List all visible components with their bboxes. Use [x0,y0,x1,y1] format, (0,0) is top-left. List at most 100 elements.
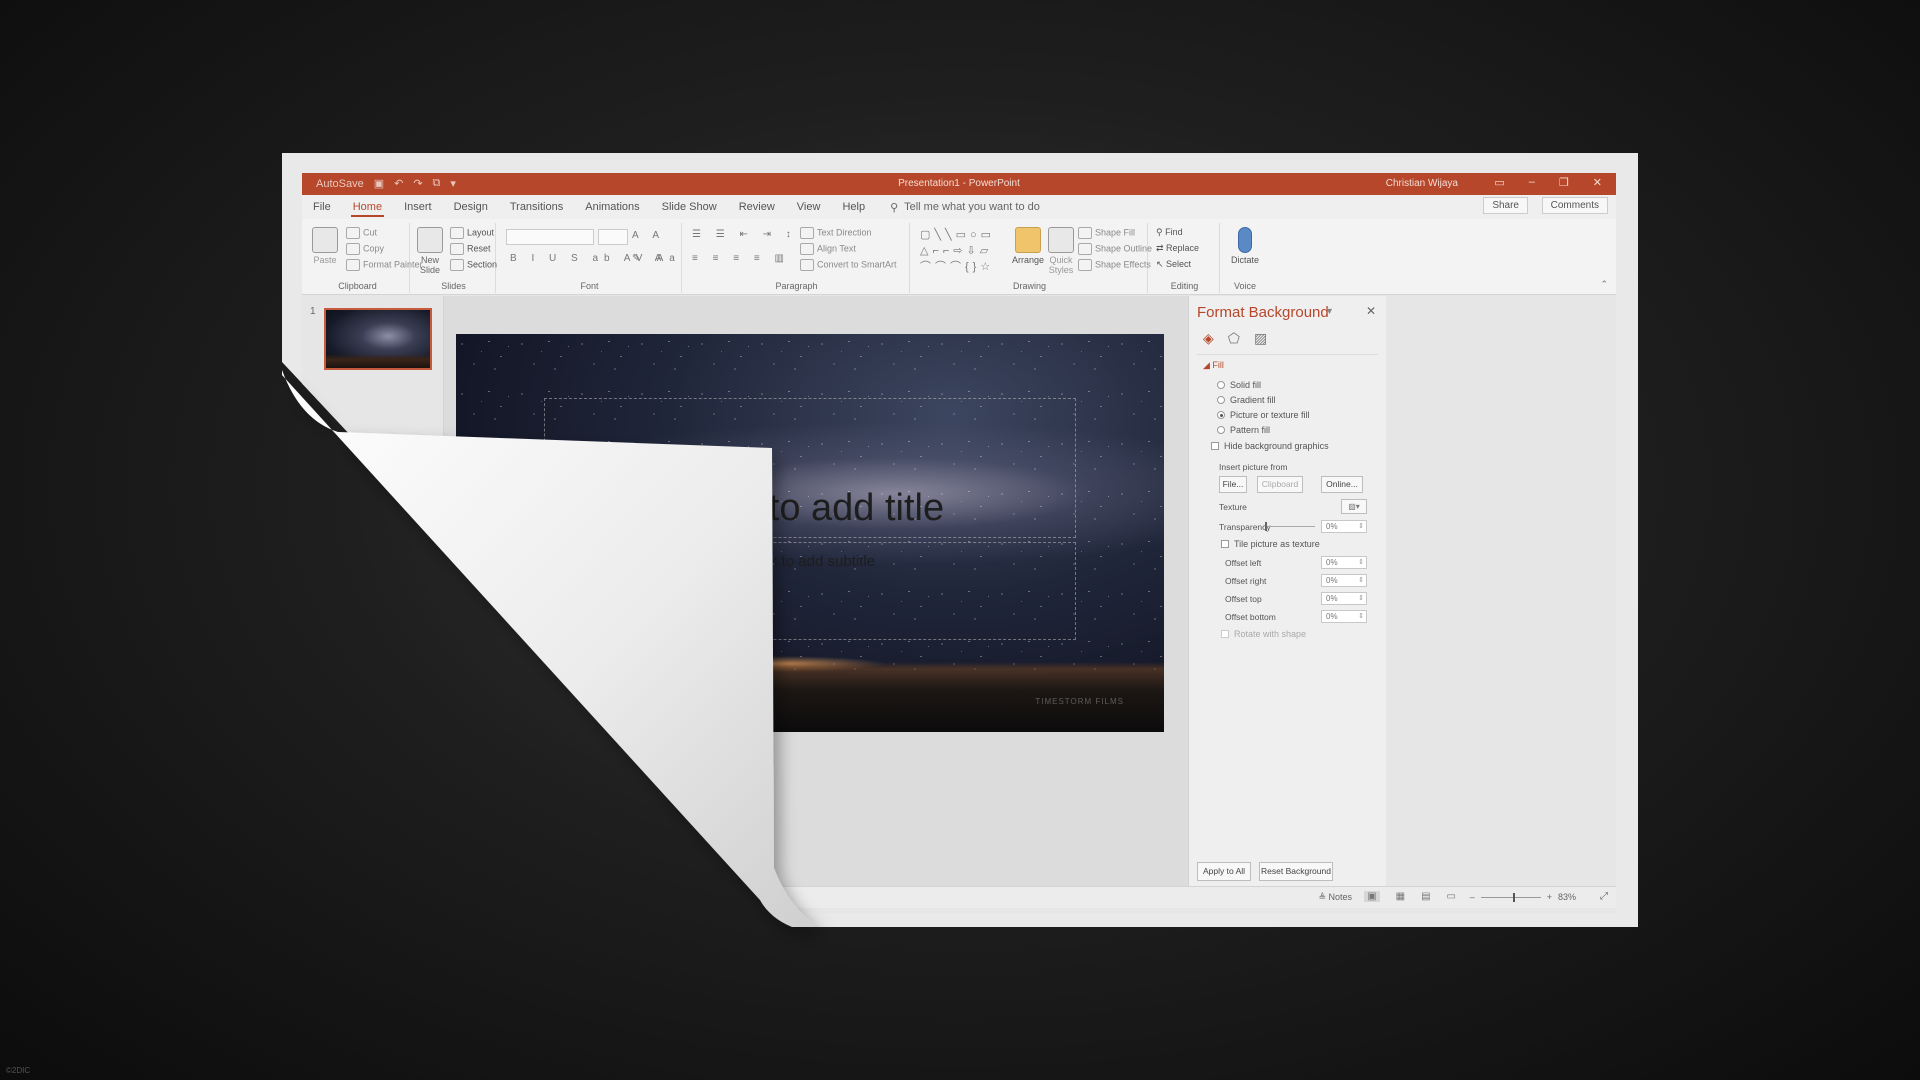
shape-fill-button[interactable]: Shape Fill [1078,227,1135,239]
tile-texture-label: Tile picture as texture [1234,539,1320,549]
slide-sorter-icon[interactable]: ▦ [1396,891,1405,902]
offset-bottom-input[interactable]: 0% [1321,610,1367,623]
copy-button[interactable]: Copy [346,243,384,255]
offset-left-input[interactable]: 0% [1321,556,1367,569]
solid-fill-radio[interactable] [1217,381,1225,389]
tab-transitions[interactable]: Transitions [499,195,574,219]
font-name-box[interactable] [506,229,594,245]
find-button[interactable]: ⚲ Find [1156,227,1183,238]
align-icons[interactable]: ≡ ≡ ≡ ≡ ▥ [692,253,790,264]
zoom-in-icon[interactable]: + [1547,892,1552,902]
solid-fill-option[interactable]: Solid fill [1217,380,1261,390]
arrange-icon [1015,227,1041,253]
editing-label: Editing [1170,281,1199,291]
share-button[interactable]: Share [1483,197,1528,214]
zoom-out-icon[interactable]: – [1470,892,1475,902]
fill-section-header[interactable]: ◢ Fill [1203,360,1224,371]
title-placeholder[interactable]: Click to add title [544,398,1076,538]
zoom-slider[interactable] [1480,892,1541,902]
hide-bg-checkbox[interactable] [1211,442,1219,450]
tell-me-search[interactable]: ⚲ Tell me what you want to do [890,201,1040,214]
shape-outline-label: Shape Outline [1095,243,1153,254]
apply-to-all-button[interactable]: Apply to All [1197,862,1251,881]
effects-tab-icon[interactable]: ⬠ [1228,330,1240,347]
file-button[interactable]: File... [1219,476,1247,493]
picture-fill-option[interactable]: Picture or texture fill [1217,410,1310,420]
pattern-fill-option[interactable]: Pattern fill [1217,425,1270,435]
texture-picker[interactable]: ▨▾ [1341,499,1367,514]
reset-background-button[interactable]: Reset Background [1259,862,1333,881]
replace-icon: ⇄ [1156,243,1167,253]
tab-design[interactable]: Design [443,195,499,219]
font-size-box[interactable] [598,229,628,245]
font-grow-shrink-icons[interactable]: A A [632,230,665,241]
subtitle-placeholder[interactable]: Click to add subtitle [544,542,1076,640]
new-slide-button[interactable]: New Slide [414,223,446,275]
hide-bg-graphics-option[interactable]: Hide background graphics [1211,441,1329,451]
slide-thumbnail[interactable] [324,308,432,370]
collapse-ribbon-icon[interactable]: ⌃ [1600,279,1608,290]
ribbon-display-icon[interactable]: ▭ [1494,176,1504,189]
shapes-gallery[interactable]: ▢╲╲▭○▭ △⌐⌐⇨⇩▱ ⌒⌒⌒{}☆ [920,227,1012,275]
slideshow-icon[interactable]: ▭ [1447,891,1456,902]
convert-smartart-button[interactable]: Convert to SmartArt [800,259,897,271]
shape-effects-button[interactable]: Shape Effects [1078,259,1151,271]
section-button[interactable]: Section [450,259,497,271]
tab-help[interactable]: Help [831,195,876,219]
tab-review[interactable]: Review [728,195,786,219]
quick-styles-button[interactable]: Quick Styles [1046,223,1076,275]
reading-view-icon[interactable]: ▤ [1421,891,1430,902]
tab-view[interactable]: View [786,195,832,219]
pane-close-icon[interactable]: ✕ [1366,304,1376,318]
pane-options-icon[interactable]: ▼ [1325,306,1334,316]
tile-texture-option[interactable]: Tile picture as texture [1221,539,1320,549]
shape-outline-button[interactable]: Shape Outline [1078,243,1152,255]
cut-button[interactable]: Cut [346,227,377,239]
online-button[interactable]: Online... [1321,476,1363,493]
tab-home[interactable]: Home [342,195,393,219]
select-button[interactable]: ↖ Select [1156,259,1191,270]
picture-fill-radio[interactable] [1217,411,1225,419]
gradient-fill-radio[interactable] [1217,396,1225,404]
transparency-slider[interactable] [1265,522,1315,531]
transparency-input[interactable]: 0% [1321,520,1367,533]
notes-button[interactable]: ≜ Notes [1318,892,1352,903]
layout-button[interactable]: Layout [450,227,494,239]
rotate-with-shape-option[interactable]: Rotate with shape [1221,629,1306,639]
offset-bottom-label: Offset bottom [1225,612,1276,622]
zoom-level[interactable]: 83% [1558,892,1576,902]
pattern-fill-radio[interactable] [1217,426,1225,434]
text-direction-button[interactable]: Text Direction [800,227,872,239]
tab-slide-show[interactable]: Slide Show [651,195,728,219]
offset-right-input[interactable]: 0% [1321,574,1367,587]
tab-insert[interactable]: Insert [393,195,443,219]
clipboard-button[interactable]: Clipboard [1257,476,1303,493]
reset-button[interactable]: Reset [450,243,491,255]
fit-slide-icon[interactable]: ⤢ [1600,891,1608,902]
minimize-icon[interactable]: – [1529,176,1535,189]
close-icon[interactable]: ✕ [1593,176,1602,189]
tab-file[interactable]: File [302,195,342,219]
rotate-checkbox[interactable] [1221,630,1229,638]
replace-button[interactable]: ⇄ Replace [1156,243,1199,254]
font-color-icons[interactable]: ✎ A [632,253,667,264]
offset-top-input[interactable]: 0% [1321,592,1367,605]
user-name[interactable]: Christian Wijaya [1386,178,1458,189]
cursor-icon: ↖ [1156,259,1167,269]
tab-animations[interactable]: Animations [574,195,650,219]
comments-button[interactable]: Comments [1541,197,1608,214]
picture-tab-icon[interactable]: ▨ [1254,330,1267,347]
dictate-button[interactable]: Dictate [1226,223,1264,265]
arrange-button[interactable]: Arrange [1012,223,1044,265]
align-text-button[interactable]: Align Text [800,243,856,255]
gradient-fill-option[interactable]: Gradient fill [1217,395,1276,405]
normal-view-icon[interactable]: ▣ [1364,891,1380,902]
tile-texture-checkbox[interactable] [1221,540,1229,548]
text-direction-icon [800,227,814,239]
restore-icon[interactable]: ❐ [1559,176,1569,189]
slide[interactable]: Click to add title Click to add subtitle… [456,334,1164,732]
list-icons[interactable]: ☰ ☰ ⇤ ⇥ ↕ [692,229,797,240]
title-placeholder-text: Click to add title [675,487,945,529]
paste-button[interactable]: Paste [310,223,340,265]
fill-tab-icon[interactable]: ◈ [1203,330,1214,347]
